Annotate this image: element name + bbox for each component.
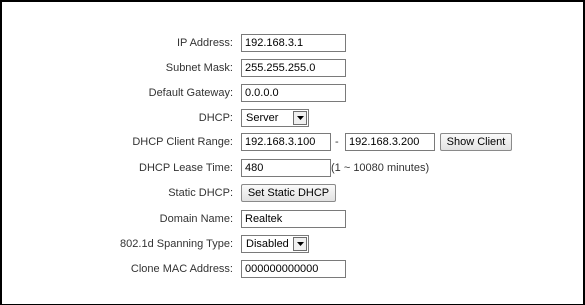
subnet-mask-row: Subnet Mask: <box>2 59 582 77</box>
ip-address-row: IP Address: <box>2 34 582 52</box>
ip-address-field[interactable] <box>241 34 346 52</box>
lan-settings-panel: IP Address: Subnet Mask: Default Gateway… <box>0 0 585 305</box>
clone-mac-field[interactable] <box>241 260 346 278</box>
clone-mac-label: Clone MAC Address: <box>130 263 233 275</box>
default-gateway-field[interactable] <box>241 84 346 102</box>
ip-address-label: IP Address: <box>176 37 233 49</box>
default-gateway-row: Default Gateway: <box>2 84 582 102</box>
dhcp-range-end-field[interactable] <box>345 133 435 151</box>
dhcp-mode-select[interactable]: Server <box>241 109 309 127</box>
dhcp-client-range-row: DHCP Client Range: - Show Client <box>2 133 582 151</box>
dhcp-lease-time-field[interactable] <box>241 159 331 177</box>
set-static-dhcp-button[interactable]: Set Static DHCP <box>241 184 336 202</box>
dhcp-label: DHCP: <box>198 112 233 124</box>
domain-name-row: Domain Name: <box>2 210 582 228</box>
dhcp-range-separator: - <box>335 136 339 148</box>
domain-name-label: Domain Name: <box>159 213 233 225</box>
subnet-mask-label: Subnet Mask: <box>165 62 233 74</box>
dhcp-mode-value: Server <box>246 112 279 124</box>
spanning-type-value: Disabled <box>246 238 289 250</box>
dhcp-lease-time-label: DHCP Lease Time: <box>139 162 233 174</box>
dhcp-lease-time-hint: (1 ~ 10080 minutes) <box>331 162 430 174</box>
default-gateway-label: Default Gateway: <box>148 87 233 99</box>
dhcp-client-range-label: DHCP Client Range: <box>132 136 233 148</box>
static-dhcp-row: Static DHCP: Set Static DHCP <box>2 184 582 202</box>
chevron-down-icon[interactable] <box>293 111 307 125</box>
dhcp-range-start-field[interactable] <box>241 133 331 151</box>
dhcp-row: DHCP: Server <box>2 109 582 127</box>
dhcp-lease-time-row: DHCP Lease Time: (1 ~ 10080 minutes) <box>2 159 582 177</box>
clone-mac-row: Clone MAC Address: <box>2 260 582 278</box>
subnet-mask-field[interactable] <box>241 59 346 77</box>
spanning-type-row: 802.1d Spanning Type: Disabled <box>2 235 582 253</box>
show-client-button[interactable]: Show Client <box>440 133 512 151</box>
domain-name-field[interactable] <box>241 210 346 228</box>
spanning-type-select[interactable]: Disabled <box>241 235 309 253</box>
chevron-down-icon[interactable] <box>293 237 307 251</box>
static-dhcp-label: Static DHCP: <box>168 187 233 199</box>
spanning-type-label: 802.1d Spanning Type: <box>120 238 233 250</box>
